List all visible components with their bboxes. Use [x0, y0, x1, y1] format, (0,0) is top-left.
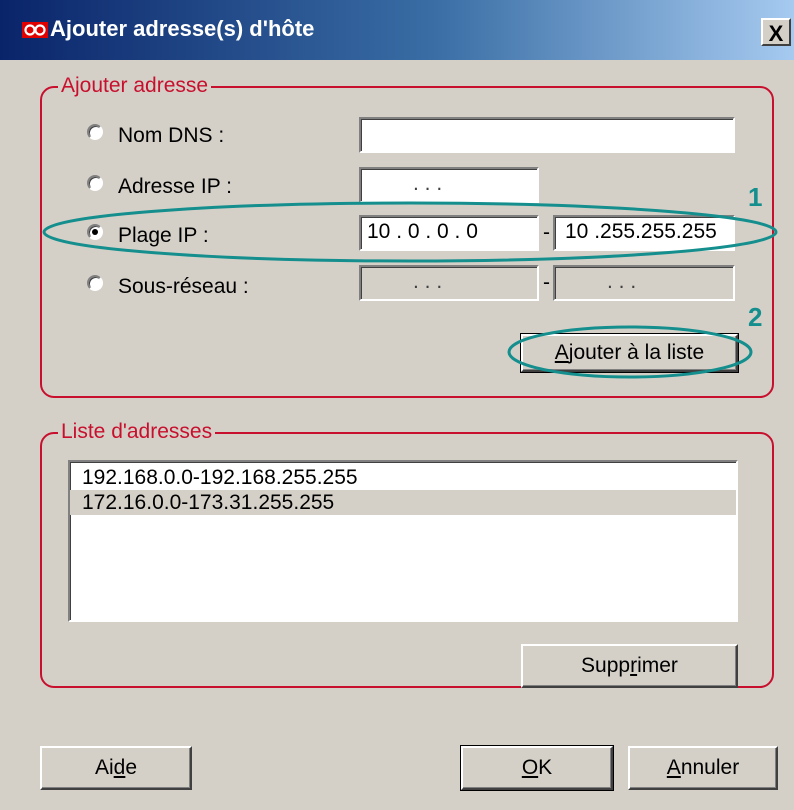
- ip-range-end-value: 10 .255.255.255: [565, 220, 717, 243]
- radio-ip-address[interactable]: [87, 175, 103, 191]
- radio-dns-name[interactable]: [87, 124, 103, 140]
- list-item[interactable]: 172.16.0.0-173.31.255.255: [70, 490, 736, 515]
- ip-range-start-input[interactable]: 10 . 0 . 0 . 0: [359, 215, 539, 251]
- close-icon: X: [768, 21, 784, 46]
- radio-dns-name-label[interactable]: Nom DNS :: [118, 124, 224, 148]
- close-button[interactable]: X: [761, 18, 791, 46]
- window-title: Ajouter adresse(s) d'hôte: [50, 16, 315, 41]
- ok-button[interactable]: OK: [460, 745, 614, 791]
- ip-address-input[interactable]: . . .: [359, 167, 539, 203]
- ip-range-start-value: 10 . 0 . 0 . 0: [367, 220, 478, 243]
- dns-name-input[interactable]: [359, 117, 735, 153]
- cancel-button[interactable]: Annuler: [628, 746, 778, 790]
- annotation-number-2: 2: [748, 302, 763, 332]
- subnet-mask-input[interactable]: . . .: [553, 265, 735, 301]
- radio-ip-range-label[interactable]: Plage IP :: [118, 224, 209, 248]
- annotation-number-1: 1: [748, 182, 763, 212]
- radio-subnet[interactable]: [87, 275, 103, 291]
- ip-address-dots: . . .: [413, 172, 443, 195]
- delete-button[interactable]: Supprimer: [521, 644, 738, 688]
- subnet-separator: -: [543, 271, 550, 294]
- add-address-group-label: Ajouter adresse: [58, 74, 212, 98]
- help-button[interactable]: Aide: [40, 746, 192, 790]
- list-item[interactable]: 192.168.0.0-192.168.255.255: [70, 465, 736, 490]
- subnet-address-input[interactable]: . . .: [359, 265, 539, 301]
- app-logo-icon: [22, 22, 48, 38]
- radio-ip-address-label[interactable]: Adresse IP :: [118, 175, 232, 199]
- add-to-list-button[interactable]: Ajouter à la liste: [520, 333, 739, 373]
- address-listbox[interactable]: 192.168.0.0-192.168.255.255 172.16.0.0-1…: [68, 460, 738, 622]
- title-bar: Ajouter adresse(s) d'hôte X: [0, 0, 794, 60]
- ip-range-separator: -: [543, 221, 550, 244]
- ip-range-end-input[interactable]: 10 .255.255.255: [553, 215, 735, 251]
- radio-subnet-label[interactable]: Sous-réseau :: [118, 275, 249, 299]
- radio-ip-range[interactable]: [87, 224, 103, 240]
- address-list-group-label: Liste d'adresses: [58, 420, 216, 444]
